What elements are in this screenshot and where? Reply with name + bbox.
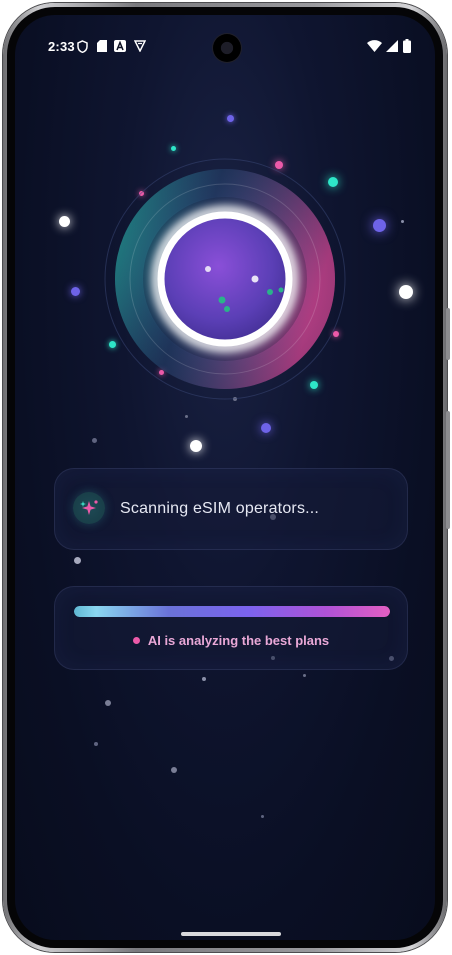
wifi-icon [367,40,382,52]
particle-dot [261,815,264,818]
front-camera [213,34,241,62]
particle-dot [303,674,306,677]
progress-card: AI is analyzing the best plans [54,586,408,670]
phone-bezel: 2:33 Scanning eSIM operators... AI is an… [7,7,443,948]
particle-dot [74,557,81,564]
status-dot-icon [132,637,140,645]
analysis-status-line: AI is analyzing the best plans [55,633,407,648]
scan-status-text: Scanning eSIM operators... [120,500,320,517]
status-time: 2:33 [48,39,75,54]
particle-dot [373,219,386,232]
particle-dot [401,220,404,223]
particle-dot [94,742,98,746]
particle-dot [190,440,202,452]
sparkle-icon [80,500,98,515]
sd-card-icon [97,40,107,52]
particle-dot [71,287,80,296]
particle-dot [59,216,70,227]
volume-button [446,308,450,360]
download-shield-icon [134,40,146,52]
power-button [446,411,450,529]
battery-icon [403,39,411,53]
particle-dot [171,767,177,773]
particle-dot [202,677,206,681]
analysis-status-text: AI is analyzing the best plans [147,633,330,648]
particle-dot [92,438,97,443]
home-indicator[interactable] [181,932,281,936]
particle-dot [105,700,111,706]
globe-scanner-graphic [104,158,346,400]
scan-status-card: Scanning eSIM operators... [54,468,408,550]
particle-dot [227,115,234,122]
app-screen: 2:33 Scanning eSIM operators... AI is an… [15,15,435,940]
particle-dot [399,285,413,299]
sparkle-badge [73,492,105,524]
particle-dot [261,423,271,433]
progress-bar [74,606,390,617]
progress-bar-fill [74,606,390,617]
signal-icon [386,40,398,52]
shield-icon [77,40,88,53]
app-a-icon [114,40,126,52]
phone-device-frame: 2:33 Scanning eSIM operators... AI is an… [3,3,450,952]
